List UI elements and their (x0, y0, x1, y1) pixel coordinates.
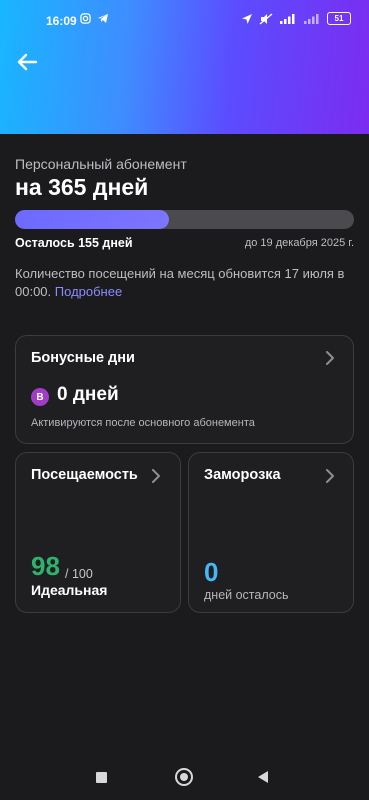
freeze-days-value: 0 (204, 557, 219, 587)
more-link[interactable]: Подробнее (55, 284, 122, 299)
status-bar: 16:09 51 (0, 8, 369, 32)
attendance-score: 98 (31, 551, 60, 581)
arrow-left-icon (17, 53, 38, 71)
attendance-label: Идеальная (31, 582, 108, 598)
subscription-title: на 365 дней (15, 174, 149, 200)
subscription-progress-fill (15, 210, 170, 229)
header: 16:09 51 (0, 0, 369, 134)
chevron-right-icon (152, 469, 160, 483)
freeze-days-subtitle: дней осталось (204, 588, 289, 602)
mute-icon (259, 12, 273, 25)
subscription-progress-bar (15, 210, 354, 229)
back-icon[interactable] (258, 771, 268, 783)
bonus-days-card[interactable]: Бонусные дни B 0 дней Активируются после… (15, 335, 354, 444)
days-remaining: Осталось 155 дней (15, 236, 133, 250)
attendance-card[interactable]: Посещаемость 98 / 100 Идеальная (15, 452, 181, 613)
recent-apps-icon[interactable] (96, 772, 107, 783)
subscription-end-date: до 19 декабря 2025 г. (244, 237, 354, 249)
navigation-bar (0, 760, 369, 794)
status-right-icons: 51 (241, 12, 351, 25)
attendance-title: Посещаемость (31, 467, 138, 483)
subscription-caption: Персональный абонемент (15, 156, 187, 172)
chevron-right-icon (326, 469, 334, 483)
status-time: 16:09 (46, 14, 77, 28)
instagram-icon (80, 13, 91, 24)
bonus-days-value: 0 дней (57, 384, 119, 405)
freeze-title: Заморозка (204, 467, 281, 483)
freeze-card[interactable]: Заморозка 0 дней осталось (188, 452, 354, 613)
bonus-days-subtitle: Активируются после основного абонемента (31, 417, 255, 429)
status-left-icons (80, 13, 109, 24)
wifi-icon (304, 14, 319, 24)
battery-indicator: 51 (327, 12, 351, 25)
telegram-icon (98, 14, 108, 23)
back-button[interactable] (14, 50, 40, 74)
attendance-max: / 100 (65, 567, 93, 581)
bonus-days-title: Бонусные дни (31, 350, 135, 366)
bonus-badge-icon: B (31, 388, 49, 406)
visits-notice: Количество посещений на месяц обновится … (15, 265, 355, 301)
location-icon (242, 13, 252, 24)
signal-icon (280, 14, 295, 24)
screen: 16:09 51 Персональный абонемент на 365 д… (0, 0, 369, 800)
home-icon[interactable] (175, 768, 193, 786)
chevron-right-icon (326, 351, 334, 365)
